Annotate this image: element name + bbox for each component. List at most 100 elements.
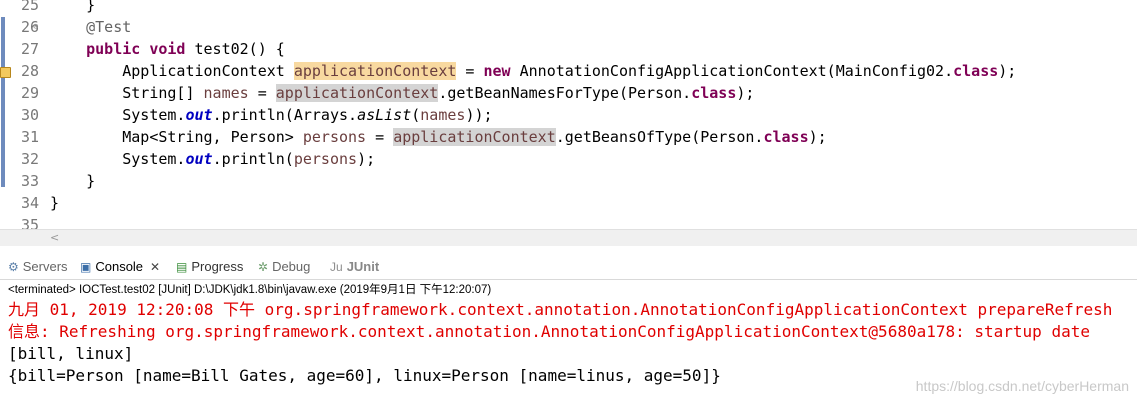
line-number: 31 [20, 128, 39, 146]
code-token: = [366, 128, 394, 146]
code-token: out [185, 150, 213, 168]
code-token: System. [50, 106, 186, 124]
watermark: https://blog.csdn.net/cyberHerman [915, 378, 1129, 394]
console-status: <terminated> IOCTest.test02 [JUnit] D:\J… [8, 284, 492, 296]
code-token: ApplicationContext [50, 62, 294, 80]
tab-console[interactable]: ▣ Console ✕ [80, 255, 161, 279]
code-text: } [50, 192, 59, 214]
debug-icon: ✲ [258, 260, 269, 274]
console-log-line: 九月 01, 2019 12:20:08 下午 org.springframew… [8, 300, 1113, 319]
code-line[interactable]: 31 Map<String, Person> persons = applica… [0, 126, 1137, 148]
fold-collapse-icon[interactable]: ⊖ [33, 16, 38, 38]
line-number: 30 [20, 106, 39, 124]
code-text: System.out.println(persons); [50, 148, 375, 170]
code-token: new [483, 62, 511, 80]
code-token: asList [357, 106, 412, 124]
code-token: public [86, 40, 141, 58]
code-line[interactable]: 35 [0, 214, 1137, 229]
code-token: )); [465, 106, 493, 124]
scroll-left-icon[interactable]: < [50, 230, 59, 246]
code-line[interactable]: 33 } [0, 170, 1137, 192]
code-token: .println(Arrays. [212, 106, 358, 124]
code-line[interactable]: 26 ⊖ @Test [0, 16, 1137, 38]
tab-label: Console [95, 259, 144, 274]
code-line[interactable]: 34} [0, 192, 1137, 214]
code-token: } [50, 194, 60, 212]
code-text: } [50, 170, 95, 192]
code-token: ( [411, 106, 421, 124]
code-text: public void test02() { [50, 38, 285, 60]
code-token: class [763, 128, 809, 146]
code-token: .getBeansOfType(Person. [555, 128, 764, 146]
code-token: class [691, 84, 737, 102]
tab-servers[interactable]: ⚙ Servers [8, 255, 68, 279]
code-token: String[] [50, 84, 204, 102]
code-token: System. [50, 150, 186, 168]
code-text: String[] names = applicationContext.getB… [50, 82, 754, 104]
code-token: ); [998, 62, 1017, 80]
line-number: 34 [20, 194, 39, 212]
code-token: } [50, 172, 96, 190]
code-token: names [203, 84, 249, 102]
warning-icon[interactable] [0, 67, 11, 78]
line-number: 27 [20, 40, 39, 58]
tab-progress[interactable]: ▤ Progress [176, 255, 243, 279]
code-line[interactable]: 28 ApplicationContext applicationContext… [0, 60, 1137, 82]
code-text: } [50, 0, 95, 16]
code-token: @Test [86, 18, 132, 36]
code-token: out [185, 106, 213, 124]
junit-icon: Ju [330, 260, 343, 274]
view-tabs: ⚙ Servers ▣ Console ✕ ▤ Progress ✲ Debug Ju JUnit [0, 255, 1137, 280]
tab-label: Servers [22, 259, 68, 274]
code-token: Map<String, Person> [50, 128, 303, 146]
servers-icon: ⚙ [8, 260, 19, 274]
line-number: 35 [20, 216, 39, 229]
tab-divider [0, 279, 1137, 280]
code-token: applicationContext [393, 128, 556, 146]
console-log-line: 信息: Refreshing org.springframework.conte… [8, 322, 1090, 341]
tab-junit[interactable]: Ju JUnit [330, 255, 379, 279]
line-number: 25 [20, 0, 39, 14]
code-editor[interactable]: 25 } 26 ⊖ @Test 27 public void test02() {28… [0, 0, 1137, 229]
progress-icon: ▤ [176, 260, 188, 274]
tab-label: JUnit [346, 259, 380, 274]
code-token: persons [293, 150, 358, 168]
code-token: AnnotationConfigApplicationContext(MainC… [510, 62, 954, 80]
code-token: applicationContext [275, 84, 439, 102]
code-token: = [456, 62, 484, 80]
code-line[interactable]: 30 System.out.println(Arrays.asList(name… [0, 104, 1137, 126]
horizontal-scrollbar[interactable]: < [0, 229, 1137, 246]
code-text: System.out.println(Arrays.asList(names))… [50, 104, 493, 126]
close-icon[interactable]: ✕ [150, 255, 160, 279]
code-token: test02() { [185, 40, 285, 58]
code-text: @Test [50, 16, 131, 38]
console-icon: ▣ [80, 260, 92, 274]
code-token: .println( [212, 150, 294, 168]
line-number: 33 [20, 172, 39, 190]
tab-label: Debug [272, 259, 311, 274]
console-output-line: [bill, linux] [8, 344, 134, 363]
code-line[interactable]: 32 System.out.println(persons); [0, 148, 1137, 170]
code-token: names [420, 106, 466, 124]
code-token: ); [808, 128, 827, 146]
code-text: ApplicationContext applicationContext = … [50, 60, 1016, 82]
code-token: = [248, 84, 276, 102]
code-token: .getBeanNamesForType(Person. [438, 84, 692, 102]
tab-label: Progress [191, 259, 244, 274]
code-token: applicationContext [293, 62, 457, 80]
line-number: 29 [20, 84, 39, 102]
tab-debug[interactable]: ✲ Debug [258, 255, 310, 279]
code-text: Map<String, Person> persons = applicatio… [50, 126, 827, 148]
code-line[interactable]: 25 } [0, 0, 1137, 16]
code-token: class [953, 62, 999, 80]
code-line[interactable]: 29 String[] names = applicationContext.g… [0, 82, 1137, 104]
code-line[interactable]: 27 public void test02() { [0, 38, 1137, 60]
code-token: void [149, 40, 186, 58]
code-token: ); [357, 150, 376, 168]
code-token: persons [302, 128, 367, 146]
code-token: ); [736, 84, 755, 102]
code-token: } [50, 0, 96, 14]
